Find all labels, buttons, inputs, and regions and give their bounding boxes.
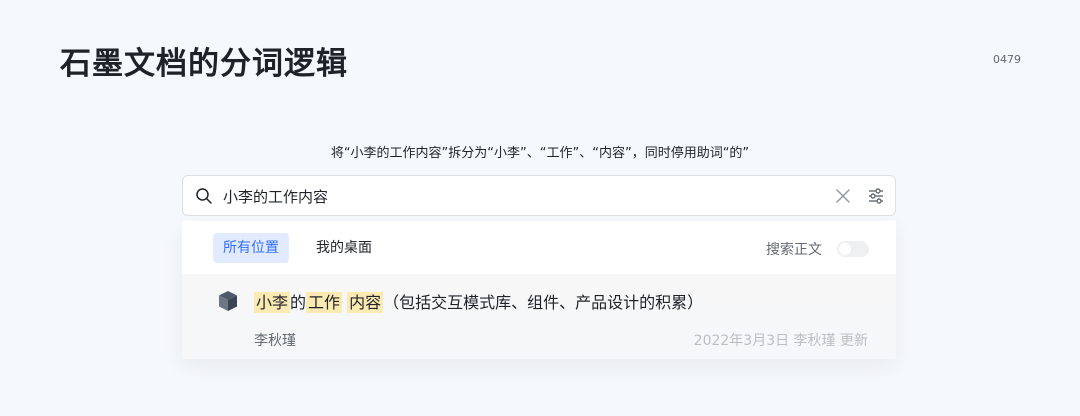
close-icon[interactable] (835, 188, 851, 204)
search-input[interactable] (223, 184, 783, 208)
tab-my-desktop[interactable]: 我的桌面 (306, 233, 382, 263)
page-number: 0479 (993, 53, 1021, 66)
tab-all-locations[interactable]: 所有位置 (213, 233, 289, 263)
fulltext-search-label: 搜索正文 (766, 242, 822, 258)
highlight-term: 工作 (306, 292, 343, 313)
page-title: 石墨文档的分词逻辑 (60, 46, 348, 82)
highlight-term: 内容 (347, 292, 384, 313)
search-icon (196, 188, 212, 204)
caption: 将“小李的工作内容”拆分为“小李”、“工作”、“内容”，同时停用助词“的” (330, 146, 750, 161)
result-title[interactable]: 小李的工作 内容 （包括交互模式库、组件、产品设计的积累） (254, 289, 703, 313)
title-text: 的 (290, 293, 307, 312)
highlight-term: 小李 (254, 292, 291, 313)
fulltext-search-toggle[interactable] (837, 241, 869, 257)
search-results-panel: 所有位置 我的桌面 搜索正文 小李的工作 内容 （包括交互模式库、组件、产品设计的… (182, 221, 896, 359)
search-bar[interactable] (182, 175, 896, 216)
result-owner: 李秋瑾 (254, 333, 296, 349)
sliders-icon[interactable] (867, 187, 885, 205)
title-text: （包括交互模式库、组件、产品设计的积累） (383, 293, 704, 312)
filter-row: 所有位置 我的桌面 搜索正文 (182, 221, 896, 274)
cube-icon (219, 291, 237, 311)
result-updated-meta: 2022年3月3日 李秋瑾 更新 (693, 333, 868, 349)
search-result-item[interactable]: 小李的工作 内容 （包括交互模式库、组件、产品设计的积累） 李秋瑾 2022年3月… (182, 274, 896, 359)
toggle-knob (839, 243, 851, 255)
